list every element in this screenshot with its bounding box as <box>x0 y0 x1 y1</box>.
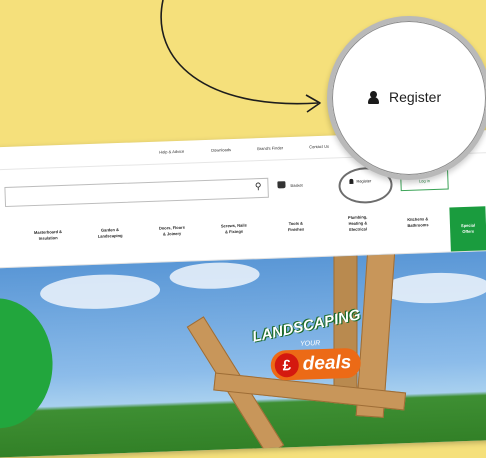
util-link-brands[interactable]: Brand's Finder <box>257 145 283 151</box>
nav-item-kitchens[interactable]: Kitchens & Bathrooms <box>388 216 448 230</box>
magnified-register-label: Register <box>389 89 442 105</box>
nav-item-garden[interactable]: Garden & Landscaping <box>80 226 140 240</box>
hero-subline: YOUR <box>299 340 321 348</box>
cloud-shape <box>379 271 486 305</box>
util-link-help[interactable]: Help & Advice <box>159 149 184 155</box>
cloud-shape <box>169 261 261 291</box>
hero-banner[interactable]: LANDSCAPING YOUR £ deals <box>0 250 486 458</box>
magnifier-callout: Register <box>327 16 486 180</box>
search-input[interactable]: ⚲ <box>4 177 269 207</box>
magnified-register-link[interactable]: Register <box>368 89 441 105</box>
green-circle-graphic <box>0 296 55 431</box>
nav-item-doors[interactable]: Doors, Floors & Joinery <box>142 224 202 238</box>
nav-item-screws[interactable]: Screws, Nails & Fixings <box>204 222 264 236</box>
nav-item-tools[interactable]: Tools & Finishes <box>266 220 326 234</box>
person-icon <box>368 90 379 104</box>
nav-item-masterboard[interactable]: Masterboard & Insulation <box>18 228 78 242</box>
util-link-downloads[interactable]: Downloads <box>211 147 231 153</box>
cloud-shape <box>39 272 161 311</box>
util-link-contact[interactable]: Contact Us <box>309 144 329 150</box>
deals-text: deals <box>302 352 352 375</box>
basket-link[interactable]: Basket <box>290 183 302 188</box>
search-icon[interactable]: ⚲ <box>255 181 262 192</box>
deals-badge: £ deals <box>270 347 362 381</box>
nav-item-plumbing[interactable]: Plumbing, Heating & Electrical <box>328 214 389 234</box>
basket-icon[interactable] <box>277 181 286 189</box>
pound-icon: £ <box>274 352 300 378</box>
nav-item-special-offers[interactable]: Special Offers <box>449 206 486 252</box>
